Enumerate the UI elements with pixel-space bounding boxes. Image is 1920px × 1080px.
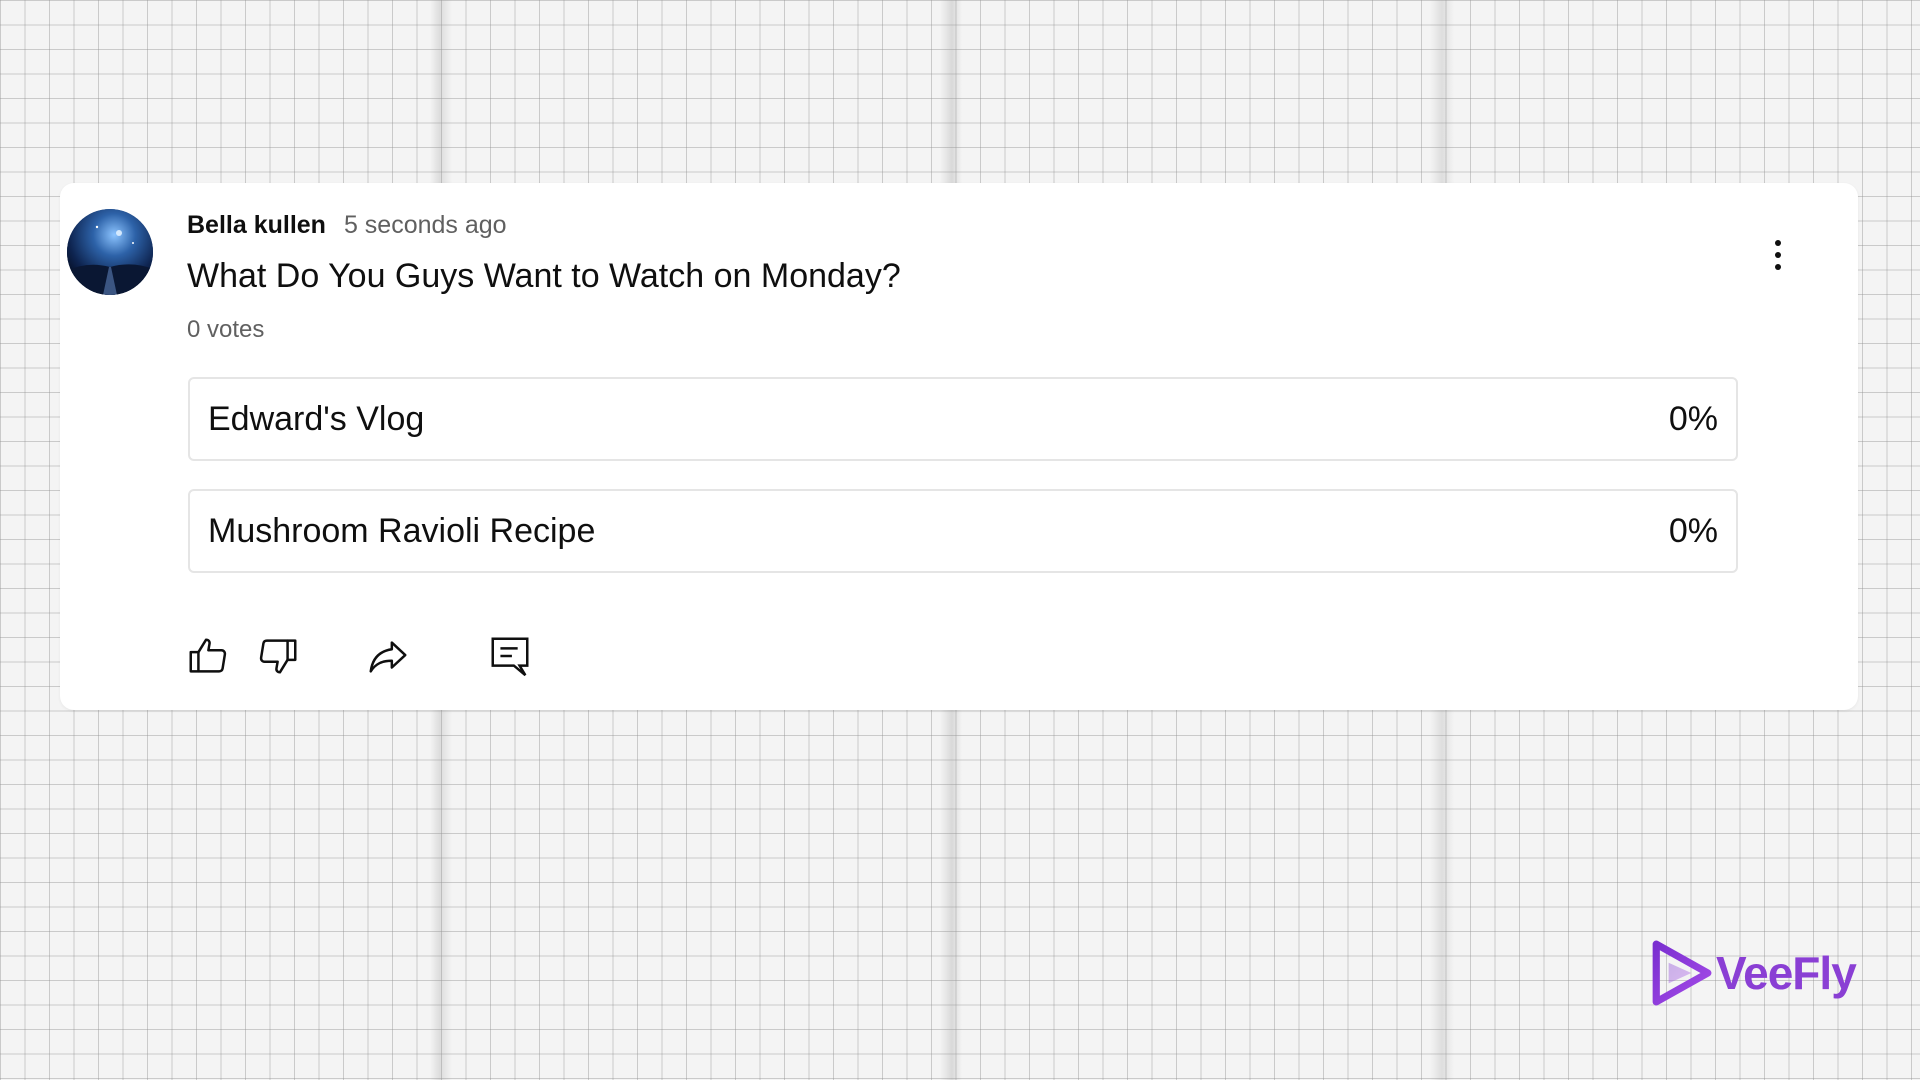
thumbs-up-icon [189,638,227,673]
poll-option-label: Edward's Vlog [208,399,425,438]
avatar-image [67,209,153,295]
brand-name: VeeFly [1716,947,1857,999]
avatar[interactable] [67,209,153,295]
poll-option[interactable]: Mushroom Ravioli Recipe 0% [188,489,1738,573]
share-button[interactable] [360,628,416,684]
like-button[interactable] [180,628,236,684]
poll-question: What Do You Guys Want to Watch on Monday… [187,257,901,295]
more-options-icon [1775,240,1781,246]
more-options-dot [1775,252,1781,258]
vote-count: 0 votes [187,316,265,343]
poll-option-label: Mushroom Ravioli Recipe [208,511,596,550]
poll-option-percent: 0% [1668,399,1718,438]
post-timestamp[interactable]: 5 seconds ago [344,211,507,240]
poll-post-card: Bella kullen 5 seconds ago What Do You G… [60,183,1858,710]
post-header: Bella kullen 5 seconds ago [187,210,507,240]
more-options-button[interactable] [1760,231,1796,279]
comment-icon [491,637,529,677]
poll-option[interactable]: Edward's Vlog 0% [188,377,1738,461]
poll-option-percent: 0% [1668,511,1718,550]
comment-button[interactable] [482,628,538,684]
veefly-play-icon [1652,940,1712,1006]
dislike-button[interactable] [250,628,306,684]
more-options-dot [1775,264,1781,270]
thumbs-down-icon [259,639,297,674]
author-name[interactable]: Bella kullen [187,211,326,240]
share-icon [369,641,407,673]
veefly-logo: VeeFly [1650,938,1857,1008]
